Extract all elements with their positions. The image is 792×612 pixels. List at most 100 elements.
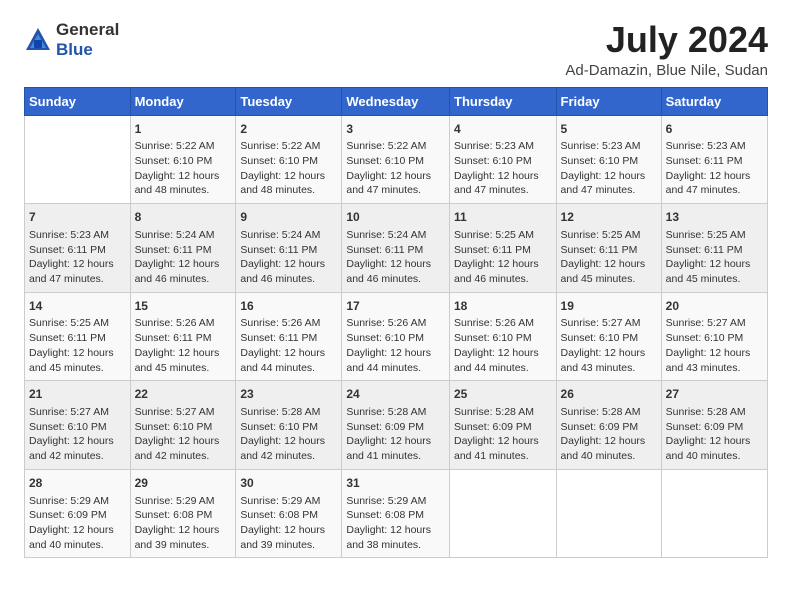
day-number: 28 — [29, 475, 126, 492]
day-number: 16 — [240, 298, 337, 315]
day-cell: 9Sunrise: 5:24 AM Sunset: 6:11 PM Daylig… — [236, 204, 342, 293]
day-number: 15 — [135, 298, 232, 315]
calendar-header: SundayMondayTuesdayWednesdayThursdayFrid… — [25, 87, 768, 115]
logo-blue: Blue — [56, 40, 119, 60]
day-cell: 5Sunrise: 5:23 AM Sunset: 6:10 PM Daylig… — [556, 115, 661, 204]
day-cell: 15Sunrise: 5:26 AM Sunset: 6:11 PM Dayli… — [130, 292, 236, 381]
day-number: 7 — [29, 209, 126, 226]
day-cell: 12 Sunrise: 5:25 AM Sunset: 6:11 PM Dayli… — [556, 204, 661, 293]
day-info: Sunrise: 5:25 AM Sunset: 6:11 PM Dayligh… — [454, 228, 552, 287]
day-info: Sunrise: 5:27 AM Sunset: 6:10 PM Dayligh… — [135, 405, 232, 464]
day-cell: 25 Sunrise: 5:28 AM Sunset: 6:09 PM Dayli… — [450, 381, 557, 470]
day-cell: 22 Sunrise: 5:27 AM Sunset: 6:10 PM Dayli… — [130, 381, 236, 470]
day-cell: 23Sunrise: 5:28 AM Sunset: 6:10 PM Dayli… — [236, 381, 342, 470]
day-number: 21 — [29, 386, 126, 403]
day-info: Sunrise: 5:28 AM Sunset: 6:09 PM Dayligh… — [454, 405, 552, 464]
calendar-table: SundayMondayTuesdayWednesdayThursdayFrid… — [24, 87, 768, 559]
day-cell — [25, 115, 131, 204]
day-info: Sunrise: 5:25 AM Sunset: 6:11 PM Dayligh… — [29, 316, 126, 375]
day-cell: 8Sunrise: 5:24 AM Sunset: 6:11 PM Daylig… — [130, 204, 236, 293]
header-cell-sunday: Sunday — [25, 87, 131, 115]
day-number: 26 — [561, 386, 657, 403]
day-info: Sunrise: 5:22 AM Sunset: 6:10 PM Dayligh… — [346, 139, 445, 198]
day-cell — [450, 469, 557, 558]
header-cell-friday: Friday — [556, 87, 661, 115]
title-block: July 2024 Ad-Damazin, Blue Nile, Sudan — [565, 20, 768, 79]
day-info: Sunrise: 5:25 AM Sunset: 6:11 PM Dayligh… — [561, 228, 657, 287]
header-cell-saturday: Saturday — [661, 87, 767, 115]
day-cell: 19Sunrise: 5:27 AM Sunset: 6:10 PM Dayli… — [556, 292, 661, 381]
day-number: 27 — [666, 386, 763, 403]
day-number: 31 — [346, 475, 445, 492]
day-info: Sunrise: 5:27 AM Sunset: 6:10 PM Dayligh… — [29, 405, 126, 464]
day-cell: 17Sunrise: 5:26 AM Sunset: 6:10 PM Dayli… — [342, 292, 450, 381]
day-cell: 6Sunrise: 5:23 AM Sunset: 6:11 PM Daylig… — [661, 115, 767, 204]
day-info: Sunrise: 5:26 AM Sunset: 6:11 PM Dayligh… — [240, 316, 337, 375]
day-number: 10 — [346, 209, 445, 226]
day-number: 29 — [135, 475, 232, 492]
day-number: 6 — [666, 121, 763, 138]
day-info: Sunrise: 5:23 AM Sunset: 6:10 PM Dayligh… — [561, 139, 657, 198]
day-info: Sunrise: 5:29 AM Sunset: 6:08 PM Dayligh… — [240, 494, 337, 553]
day-number: 2 — [240, 121, 337, 138]
day-number: 5 — [561, 121, 657, 138]
day-cell: 24Sunrise: 5:28 AM Sunset: 6:09 PM Dayli… — [342, 381, 450, 470]
day-number: 3 — [346, 121, 445, 138]
day-info: Sunrise: 5:22 AM Sunset: 6:10 PM Dayligh… — [135, 139, 232, 198]
day-cell — [661, 469, 767, 558]
day-number: 8 — [135, 209, 232, 226]
day-cell: 30 Sunrise: 5:29 AM Sunset: 6:08 PM Dayli… — [236, 469, 342, 558]
calendar-body: 1Sunrise: 5:22 AM Sunset: 6:10 PM Daylig… — [25, 115, 768, 558]
day-number: 1 — [135, 121, 232, 138]
day-info: Sunrise: 5:25 AM Sunset: 6:11 PM Dayligh… — [666, 228, 763, 287]
day-cell: 31 Sunrise: 5:29 AM Sunset: 6:08 PM Dayli… — [342, 469, 450, 558]
day-number: 18 — [454, 298, 552, 315]
day-info: Sunrise: 5:28 AM Sunset: 6:09 PM Dayligh… — [561, 405, 657, 464]
day-info: Sunrise: 5:26 AM Sunset: 6:10 PM Dayligh… — [346, 316, 445, 375]
header-cell-thursday: Thursday — [450, 87, 557, 115]
day-info: Sunrise: 5:29 AM Sunset: 6:08 PM Dayligh… — [346, 494, 445, 553]
day-cell: 2Sunrise: 5:22 AM Sunset: 6:10 PM Daylig… — [236, 115, 342, 204]
week-row-4: 21 Sunrise: 5:27 AM Sunset: 6:10 PM Dayli… — [25, 381, 768, 470]
month-title: July 2024 — [565, 20, 768, 60]
day-number: 30 — [240, 475, 337, 492]
logo-general: General — [56, 20, 119, 40]
day-number: 17 — [346, 298, 445, 315]
day-cell: 16Sunrise: 5:26 AM Sunset: 6:11 PM Dayli… — [236, 292, 342, 381]
page-header: General Blue July 2024 Ad-Damazin, Blue … — [24, 20, 768, 79]
day-cell: 3Sunrise: 5:22 AM Sunset: 6:10 PM Daylig… — [342, 115, 450, 204]
day-cell: 1Sunrise: 5:22 AM Sunset: 6:10 PM Daylig… — [130, 115, 236, 204]
day-number: 22 — [135, 386, 232, 403]
day-cell: 28 Sunrise: 5:29 AM Sunset: 6:09 PM Dayli… — [25, 469, 131, 558]
day-info: Sunrise: 5:29 AM Sunset: 6:09 PM Dayligh… — [29, 494, 126, 553]
day-number: 11 — [454, 209, 552, 226]
day-number: 25 — [454, 386, 552, 403]
day-cell: 18Sunrise: 5:26 AM Sunset: 6:10 PM Dayli… — [450, 292, 557, 381]
day-number: 12 — [561, 209, 657, 226]
day-info: Sunrise: 5:28 AM Sunset: 6:10 PM Dayligh… — [240, 405, 337, 464]
day-number: 24 — [346, 386, 445, 403]
day-cell: 10 Sunrise: 5:24 AM Sunset: 6:11 PM Dayli… — [342, 204, 450, 293]
week-row-5: 28 Sunrise: 5:29 AM Sunset: 6:09 PM Dayli… — [25, 469, 768, 558]
day-info: Sunrise: 5:26 AM Sunset: 6:11 PM Dayligh… — [135, 316, 232, 375]
day-cell: 21 Sunrise: 5:27 AM Sunset: 6:10 PM Dayli… — [25, 381, 131, 470]
day-info: Sunrise: 5:24 AM Sunset: 6:11 PM Dayligh… — [346, 228, 445, 287]
header-row: SundayMondayTuesdayWednesdayThursdayFrid… — [25, 87, 768, 115]
header-cell-wednesday: Wednesday — [342, 87, 450, 115]
day-number: 20 — [666, 298, 763, 315]
location-title: Ad-Damazin, Blue Nile, Sudan — [565, 62, 768, 79]
day-info: Sunrise: 5:23 AM Sunset: 6:10 PM Dayligh… — [454, 139, 552, 198]
day-info: Sunrise: 5:23 AM Sunset: 6:11 PM Dayligh… — [29, 228, 126, 287]
week-row-3: 14Sunrise: 5:25 AM Sunset: 6:11 PM Dayli… — [25, 292, 768, 381]
header-cell-tuesday: Tuesday — [236, 87, 342, 115]
day-number: 14 — [29, 298, 126, 315]
day-cell — [556, 469, 661, 558]
day-number: 13 — [666, 209, 763, 226]
day-cell: 13 Sunrise: 5:25 AM Sunset: 6:11 PM Dayli… — [661, 204, 767, 293]
day-cell: 7 Sunrise: 5:23 AM Sunset: 6:11 PM Daylig… — [25, 204, 131, 293]
day-info: Sunrise: 5:22 AM Sunset: 6:10 PM Dayligh… — [240, 139, 337, 198]
week-row-1: 1Sunrise: 5:22 AM Sunset: 6:10 PM Daylig… — [25, 115, 768, 204]
logo: General Blue — [24, 20, 119, 59]
day-cell: 14Sunrise: 5:25 AM Sunset: 6:11 PM Dayli… — [25, 292, 131, 381]
day-number: 19 — [561, 298, 657, 315]
